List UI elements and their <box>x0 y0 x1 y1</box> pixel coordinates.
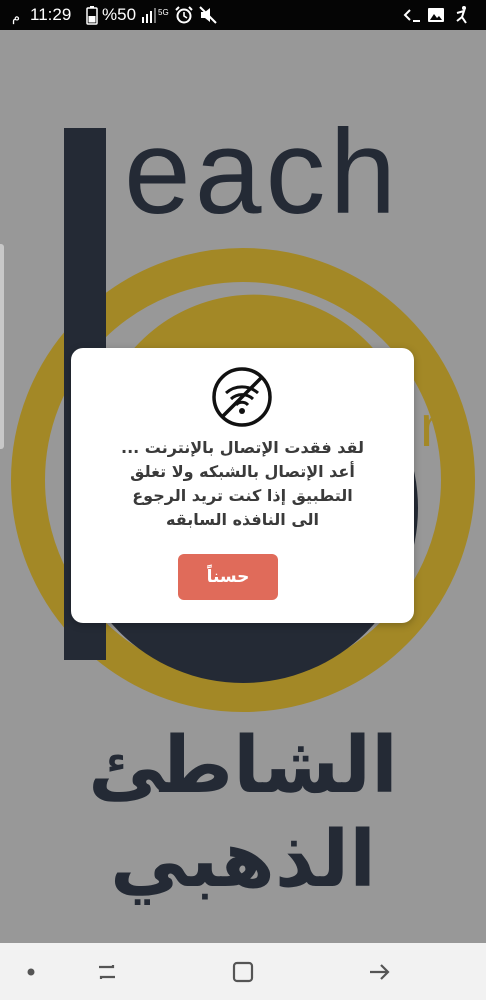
status-bar: م 11:29 %50 5G <box>0 0 486 30</box>
image-icon <box>428 8 444 22</box>
dialog-message: لقد فقدت الإتصال بالإنترنت ... أعد الإتص… <box>85 436 400 532</box>
battery-icon <box>86 6 98 25</box>
mute-icon <box>199 6 217 24</box>
navigation-bar <box>0 943 486 1000</box>
back-icon[interactable] <box>364 957 394 987</box>
battery-percent: %50 <box>102 5 137 24</box>
no-wifi-icon <box>212 367 272 427</box>
signal-icon <box>142 8 156 23</box>
message-line: أعد الإتصال بالشبكه ولا تغلق <box>130 462 355 481</box>
dot-icon[interactable] <box>16 957 46 987</box>
message-line: الى النافذه السابقه <box>165 510 320 529</box>
ok-button[interactable]: حسناً <box>178 554 278 600</box>
home-icon[interactable] <box>228 957 258 987</box>
alarm-icon <box>175 6 193 24</box>
message-line: التطبيق إذا كنت تريد الرجوع <box>132 486 353 505</box>
time-suffix: م <box>12 9 21 24</box>
message-line: لقد فقدت الإتصال بالإنترنت ... <box>120 438 365 457</box>
recent-apps-icon[interactable] <box>92 957 122 987</box>
no-connection-dialog: لقد فقدت الإتصال بالإنترنت ... أعد الإتص… <box>71 348 414 623</box>
accessibility-icon <box>456 6 467 24</box>
status-time: 11:29 <box>30 5 72 24</box>
network-label: 5G <box>158 8 169 17</box>
code-icon <box>403 9 420 22</box>
